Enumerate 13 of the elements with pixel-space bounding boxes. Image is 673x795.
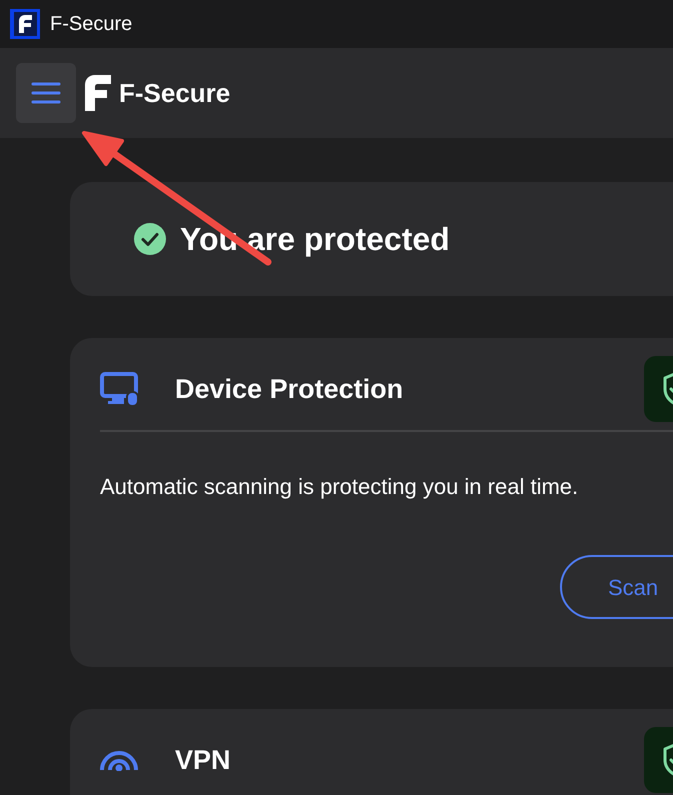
brand-name: F-Secure (119, 76, 230, 110)
brand-logo-icon (85, 75, 111, 111)
scan-button[interactable]: Scan (560, 555, 673, 619)
check-icon (134, 223, 166, 255)
monitor-shield-icon (100, 372, 140, 406)
signal-icon (100, 749, 138, 771)
card-title: VPN (175, 744, 232, 777)
menu-icon (31, 81, 61, 105)
menu-button[interactable] (16, 63, 76, 123)
window-title: F-Secure (50, 12, 132, 37)
card-title: Device Protection (175, 372, 404, 406)
app-logo-icon (10, 9, 40, 39)
card-description: Automatic scanning is protecting you in real time. (100, 473, 580, 501)
